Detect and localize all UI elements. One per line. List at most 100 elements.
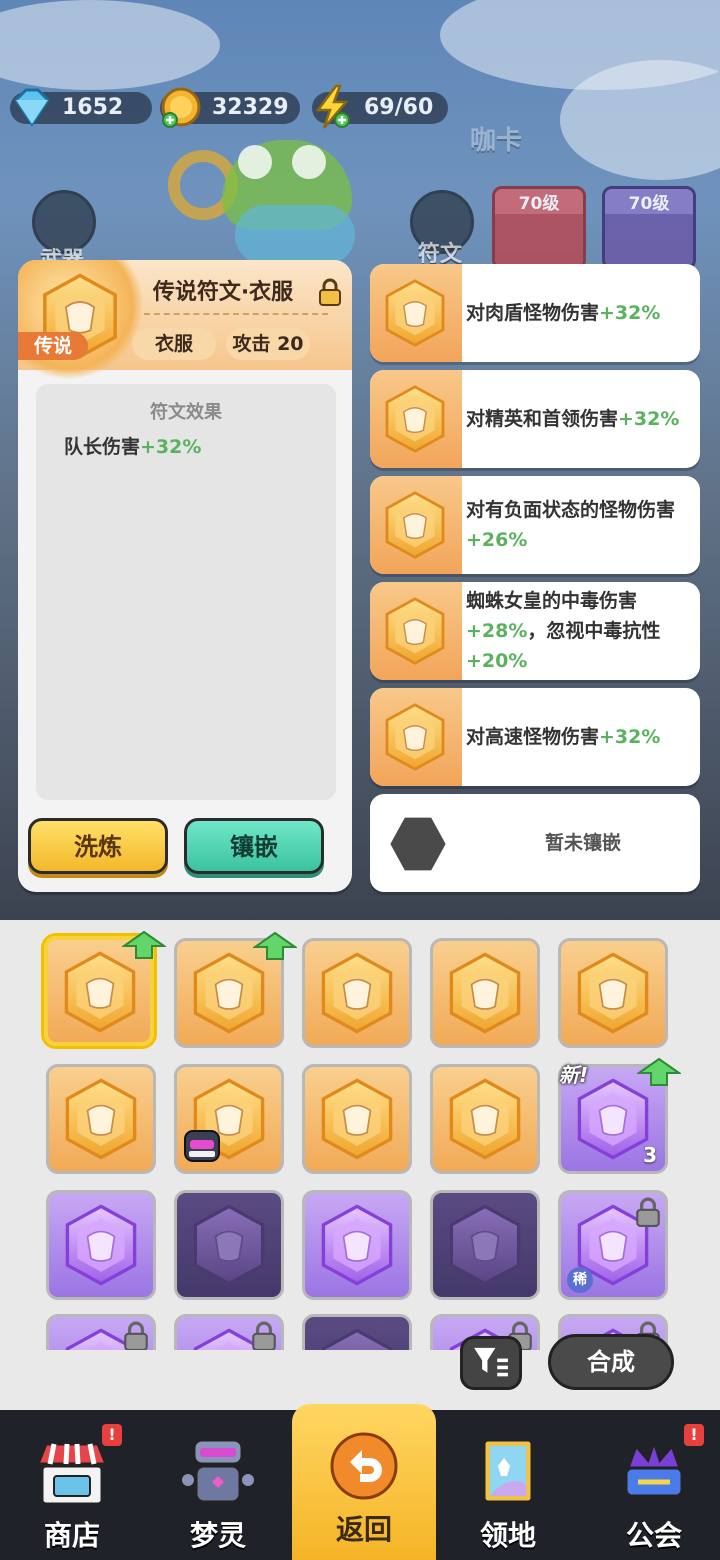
socket-slot[interactable]: 对高速怪物伤害+32% — [370, 688, 700, 786]
rune-ring-icon — [59, 1077, 143, 1161]
nav-territory-label: 领地 — [479, 1519, 536, 1552]
combine-button[interactable]: 合成 — [548, 1334, 674, 1390]
lock-icon[interactable] — [318, 278, 342, 306]
rune-clothes-icon — [380, 490, 450, 560]
inventory-rune[interactable] — [174, 938, 284, 1048]
rune-helmet-icon — [59, 1203, 143, 1287]
effect-value: +32% — [140, 436, 202, 458]
effect-text: 队长伤害 — [64, 436, 141, 458]
inventory-rune[interactable]: 新! 3 — [558, 1064, 668, 1174]
gem-icon — [14, 88, 50, 127]
socket-slot[interactable]: 对肉盾怪物伤害+32% — [370, 264, 700, 362]
rare-badge: 稀 — [567, 1267, 593, 1293]
hero-card-2[interactable]: 70级 — [602, 186, 696, 270]
nav-back[interactable]: 返回 — [292, 1404, 436, 1560]
energy-counter[interactable]: 69/60 — [312, 84, 448, 129]
lock-icon — [123, 1321, 149, 1351]
gold-count: 32329 — [212, 95, 289, 120]
rune-glove-icon — [315, 1077, 399, 1161]
character-hair — [235, 205, 355, 265]
gem-counter[interactable]: 1652 — [10, 88, 152, 127]
socket-slot[interactable]: 蜘蛛女皇的中毒伤害 +28%，忽视中毒抗性 +20% — [370, 582, 700, 680]
shop-icon — [35, 1442, 109, 1506]
rune-clothes-icon — [380, 702, 450, 772]
socket-empty-label: 暂未镶嵌 — [544, 832, 621, 854]
socket-slot[interactable]: 对有负面状态的怪物伤害 +26% — [370, 476, 700, 574]
nav-back-label: 返回 — [335, 1513, 392, 1546]
gold-counter[interactable]: 32329 — [160, 87, 300, 128]
sign-text: 咖卡 — [470, 126, 523, 156]
rune-helmet-icon — [315, 951, 399, 1035]
rune-attack-tag: 攻击 20 — [226, 328, 310, 360]
upgrade-arrow-icon — [122, 930, 166, 960]
gold-coin-icon — [161, 87, 201, 128]
rune-effect-box: 符文效果 队长伤害+32% — [36, 384, 336, 800]
inventory-rune[interactable] — [558, 938, 668, 1048]
rune-title: 传说符文·衣服 — [152, 280, 294, 305]
socket-slot[interactable]: 对精英和首领伤害+32% — [370, 370, 700, 468]
nav-guild-label: 公会 — [625, 1519, 682, 1552]
empty-socket-icon — [390, 817, 446, 871]
rune-clothes-icon — [443, 1203, 527, 1287]
effect-title: 符文效果 — [150, 402, 222, 423]
inlay-button[interactable]: 镶嵌 — [184, 818, 324, 874]
notification-badge: ! — [102, 1424, 122, 1446]
crown-icon — [624, 1437, 684, 1498]
rune-type-tag: 衣服 — [132, 328, 216, 360]
inventory-rune[interactable] — [46, 1190, 156, 1300]
hero-card-level: 70级 — [495, 189, 583, 214]
rune-clothes-icon — [380, 596, 450, 666]
nav-territory[interactable]: 领地 — [436, 1410, 580, 1560]
nav-dream[interactable]: 梦灵 — [146, 1410, 290, 1560]
rune-clothes-icon — [58, 950, 142, 1034]
inventory-rune[interactable] — [430, 1190, 540, 1300]
new-label: 新! — [559, 1063, 589, 1087]
bottom-nav: ! 商店 梦灵 返回 领地 ! 公会 — [0, 1404, 720, 1560]
rune-helmet-icon — [443, 951, 527, 1035]
lightning-icon — [315, 84, 350, 129]
inventory-rune[interactable] — [46, 1064, 156, 1174]
filter-icon — [474, 1347, 508, 1377]
rune-detail-header: 传说 传说符文·衣服 衣服 攻击 20 — [18, 260, 352, 380]
lock-icon — [251, 1321, 277, 1351]
rune-clothes-icon — [187, 951, 271, 1035]
inventory-rune[interactable] — [174, 1190, 284, 1300]
inventory-rune[interactable] — [302, 1064, 412, 1174]
inventory-rune[interactable] — [174, 1064, 284, 1174]
socket-effect: 蜘蛛女皇的中毒伤害 +28%，忽视中毒抗性 +20% — [466, 590, 661, 672]
hero-card-1[interactable]: 70级 — [492, 186, 586, 270]
inventory-rune[interactable] — [430, 1064, 540, 1174]
socket-effect: 对有负面状态的怪物伤害 +26% — [466, 499, 676, 551]
upgrade-arrow-icon — [637, 1057, 681, 1087]
back-arrow-icon — [330, 1432, 398, 1500]
nav-guild[interactable]: ! 公会 — [582, 1410, 720, 1560]
inventory-rune[interactable] — [44, 936, 154, 1046]
inventory-rune[interactable] — [430, 938, 540, 1048]
nav-shop-label: 商店 — [43, 1519, 100, 1552]
inventory-rune[interactable] — [302, 938, 412, 1048]
rune-clothes-icon — [380, 384, 450, 454]
upgrade-arrow-icon — [253, 931, 297, 961]
equipped-pet-icon — [184, 1130, 220, 1162]
energy-count: 69/60 — [364, 95, 434, 120]
socket-slot-empty[interactable]: 暂未镶嵌 — [370, 794, 700, 892]
hero-card-level: 70级 — [605, 189, 693, 214]
stack-count: 3 — [643, 1143, 657, 1167]
inventory-rune[interactable]: 稀 — [558, 1190, 668, 1300]
rune-ring-icon — [571, 951, 655, 1035]
rune-clothes-icon — [187, 1203, 271, 1287]
rune-ring-icon — [315, 1203, 399, 1287]
inventory-rune[interactable] — [302, 1190, 412, 1300]
nav-shop[interactable]: ! 商店 — [0, 1410, 144, 1560]
socket-effect: 对高速怪物伤害+32% — [466, 726, 661, 748]
filter-button[interactable] — [460, 1336, 522, 1390]
door-icon — [482, 1438, 534, 1504]
socket-effect: 对肉盾怪物伤害+32% — [466, 302, 661, 324]
gem-count: 1652 — [62, 95, 124, 120]
rune-detail-panel: 传说 传说符文·衣服 衣服 攻击 20 符文效果 队长伤害+32% 洗炼 镶嵌 — [18, 260, 352, 892]
rune-clothes-icon — [380, 278, 450, 348]
rune-glove-icon — [443, 1077, 527, 1161]
refine-button[interactable]: 洗炼 — [28, 818, 168, 874]
socket-effect: 对精英和首领伤害+32% — [466, 408, 680, 430]
nav-dream-label: 梦灵 — [189, 1519, 246, 1552]
